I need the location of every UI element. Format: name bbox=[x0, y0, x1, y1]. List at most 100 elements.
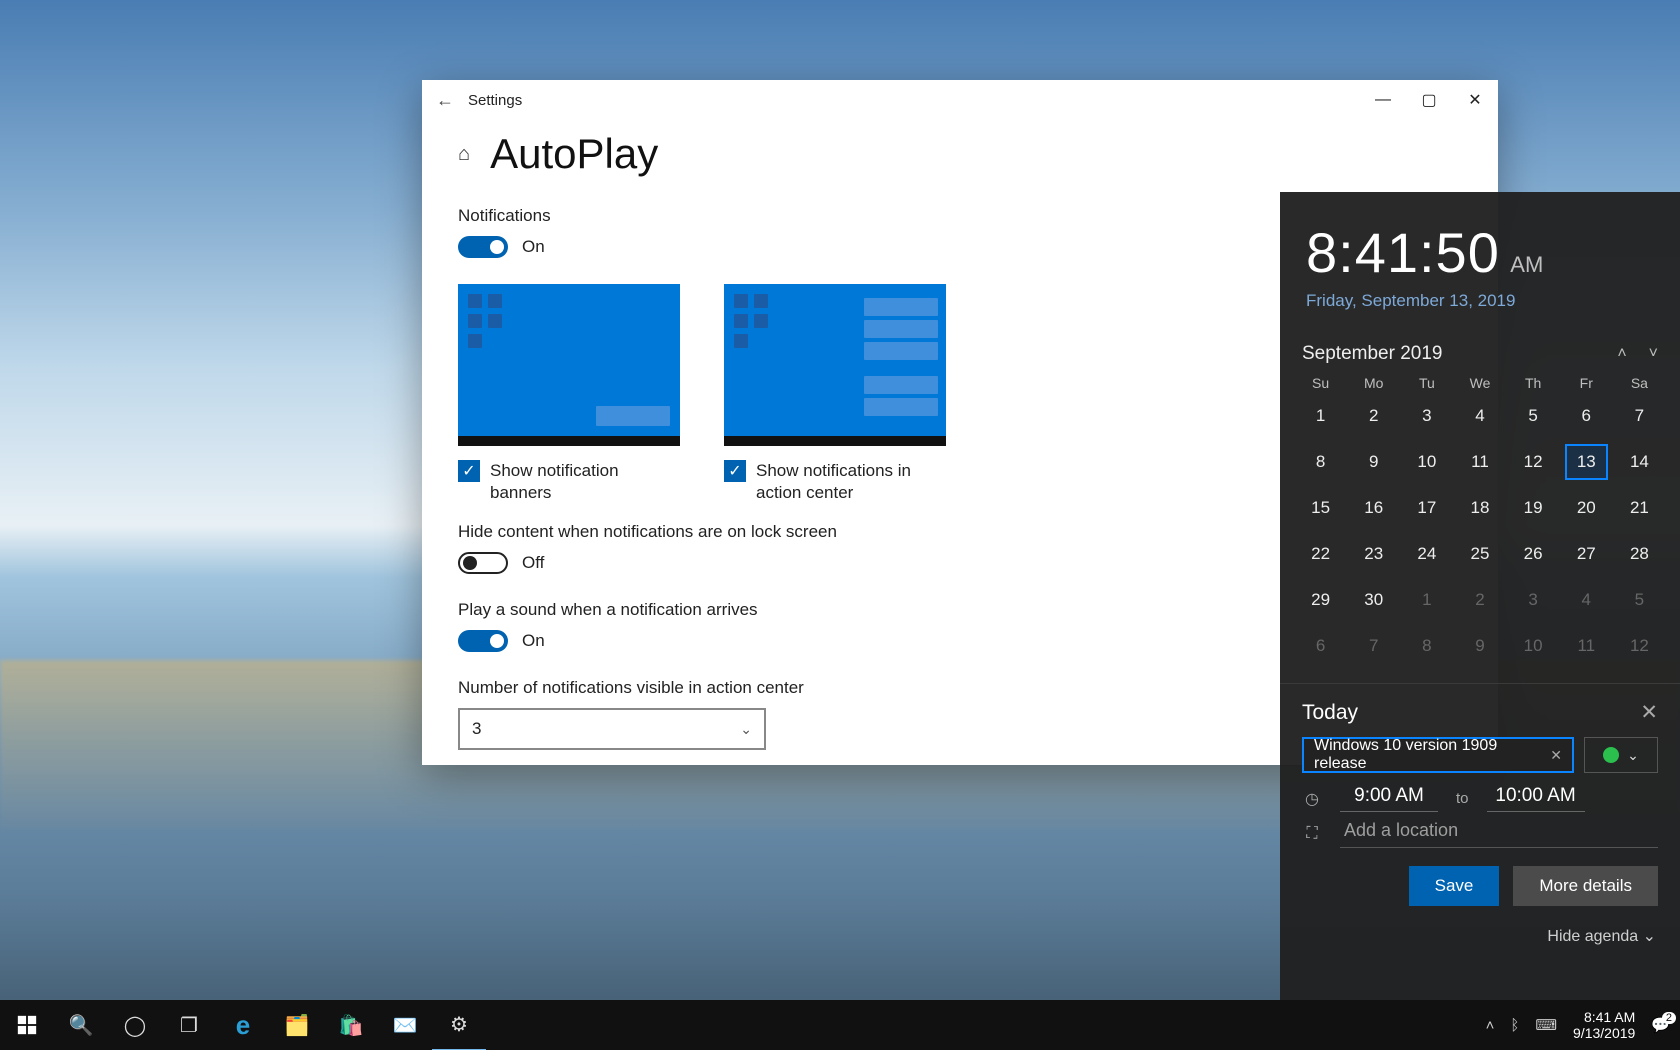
calendar-day[interactable]: 18 bbox=[1453, 485, 1506, 531]
calendar-day[interactable]: 12 bbox=[1507, 439, 1560, 485]
chevron-down-icon: ⌄ bbox=[1627, 747, 1639, 764]
taskbar-clock[interactable]: 8:41 AM 9/13/2019 bbox=[1573, 1009, 1635, 1041]
banner-checkbox-label: Show notification banners bbox=[490, 460, 680, 504]
event-title-input[interactable]: Windows 10 version 1909 release ✕ bbox=[1302, 737, 1574, 773]
calendar-day[interactable]: 3 bbox=[1400, 393, 1453, 439]
month-year-label[interactable]: September 2019 bbox=[1302, 343, 1443, 365]
month-down-button[interactable]: ˅ bbox=[1649, 345, 1658, 363]
actioncenter-checkbox[interactable]: ✓ bbox=[724, 460, 746, 482]
calendar-day[interactable]: 15 bbox=[1294, 485, 1347, 531]
chevron-down-icon: ⌄ bbox=[1643, 928, 1656, 945]
calendar-day[interactable]: 16 bbox=[1347, 485, 1400, 531]
dow-cell: Su bbox=[1294, 375, 1347, 391]
bluetooth-icon[interactable]: ᛒ bbox=[1510, 1017, 1519, 1034]
calendar-grid: 1234567891011121314151617181920212223242… bbox=[1280, 393, 1680, 683]
titlebar: ← Settings — ▢ ✕ bbox=[422, 80, 1498, 120]
banner-checkbox[interactable]: ✓ bbox=[458, 460, 480, 482]
taskbar: 🔍 ◯ ❐ e 🗂️ 🛍️ ✉️ ⚙ ˄ ᛒ ⌨ 8:41 AM 9/13/20… bbox=[0, 1000, 1680, 1050]
hide-content-toggle[interactable] bbox=[458, 552, 508, 574]
calendar-day[interactable]: 30 bbox=[1347, 577, 1400, 623]
close-button[interactable]: ✕ bbox=[1452, 80, 1498, 120]
page-title: AutoPlay bbox=[490, 130, 658, 178]
calendar-day[interactable]: 1 bbox=[1294, 393, 1347, 439]
save-button[interactable]: Save bbox=[1409, 866, 1500, 906]
calendar-day[interactable]: 28 bbox=[1613, 531, 1666, 577]
cortana-button[interactable]: ◯ bbox=[108, 1000, 162, 1050]
calendar-day[interactable]: 24 bbox=[1400, 531, 1453, 577]
today-header: Today bbox=[1302, 701, 1358, 725]
hide-content-state: Off bbox=[522, 553, 544, 573]
clock-time-value: 8:41:50 bbox=[1306, 221, 1500, 284]
calendar-day[interactable]: 3 bbox=[1507, 577, 1560, 623]
calendar-day-today[interactable]: 13 bbox=[1560, 439, 1613, 485]
dow-cell: Sa bbox=[1613, 375, 1666, 391]
taskbar-time: 8:41 AM bbox=[1573, 1009, 1635, 1025]
location-input[interactable]: Add a location bbox=[1340, 820, 1658, 848]
back-button[interactable]: ← bbox=[422, 80, 468, 120]
month-up-button[interactable]: ˄ bbox=[1617, 345, 1626, 363]
calendar-day[interactable]: 26 bbox=[1507, 531, 1560, 577]
calendar-day[interactable]: 10 bbox=[1507, 623, 1560, 669]
sound-toggle[interactable] bbox=[458, 630, 508, 652]
mail-app[interactable]: ✉️ bbox=[378, 1000, 432, 1050]
calendar-day[interactable]: 5 bbox=[1613, 577, 1666, 623]
calendar-day[interactable]: 7 bbox=[1613, 393, 1666, 439]
calendar-day[interactable]: 8 bbox=[1294, 439, 1347, 485]
store-app[interactable]: 🛍️ bbox=[324, 1000, 378, 1050]
calendar-day[interactable]: 6 bbox=[1560, 393, 1613, 439]
calendar-day[interactable]: 14 bbox=[1613, 439, 1666, 485]
calendar-day[interactable]: 29 bbox=[1294, 577, 1347, 623]
calendar-day[interactable]: 8 bbox=[1400, 623, 1453, 669]
calendar-day[interactable]: 19 bbox=[1507, 485, 1560, 531]
calendar-day[interactable]: 4 bbox=[1560, 577, 1613, 623]
calendar-day[interactable]: 9 bbox=[1453, 623, 1506, 669]
calendar-day[interactable]: 25 bbox=[1453, 531, 1506, 577]
calendar-day[interactable]: 1 bbox=[1400, 577, 1453, 623]
calendar-picker[interactable]: ⌄ bbox=[1584, 737, 1658, 773]
clear-input-icon[interactable]: ✕ bbox=[1550, 747, 1562, 764]
calendar-day[interactable]: 27 bbox=[1560, 531, 1613, 577]
home-icon[interactable]: ⌂ bbox=[458, 143, 470, 166]
calendar-day[interactable]: 12 bbox=[1613, 623, 1666, 669]
notifications-toggle[interactable] bbox=[458, 236, 508, 258]
calendar-day[interactable]: 2 bbox=[1347, 393, 1400, 439]
calendar-day[interactable]: 4 bbox=[1453, 393, 1506, 439]
settings-app[interactable]: ⚙ bbox=[432, 999, 486, 1050]
count-combobox[interactable]: 3 ⌄ bbox=[458, 708, 766, 750]
dow-cell: We bbox=[1453, 375, 1506, 391]
calendar-day[interactable]: 9 bbox=[1347, 439, 1400, 485]
sound-state: On bbox=[522, 631, 545, 651]
action-center-button[interactable]: 💬 bbox=[1651, 1016, 1670, 1034]
calendar-day[interactable]: 17 bbox=[1400, 485, 1453, 531]
calendar-day[interactable]: 11 bbox=[1560, 623, 1613, 669]
taskview-button[interactable]: ❐ bbox=[162, 1000, 216, 1050]
clock-long-date[interactable]: Friday, September 13, 2019 bbox=[1306, 291, 1654, 311]
hide-agenda-button[interactable]: Hide agenda ⌄ bbox=[1280, 916, 1680, 962]
calendar-day[interactable]: 22 bbox=[1294, 531, 1347, 577]
end-time-input[interactable]: 10:00 AM bbox=[1487, 785, 1585, 812]
start-button[interactable] bbox=[0, 1000, 54, 1050]
more-details-button[interactable]: More details bbox=[1513, 866, 1658, 906]
start-time-input[interactable]: 9:00 AM bbox=[1340, 785, 1438, 812]
calendar-day[interactable]: 7 bbox=[1347, 623, 1400, 669]
today-dismiss-icon[interactable]: ✕ bbox=[1640, 700, 1658, 725]
count-value: 3 bbox=[472, 719, 481, 739]
time-to-label: to bbox=[1456, 790, 1469, 807]
keyboard-icon[interactable]: ⌨ bbox=[1535, 1016, 1557, 1034]
file-explorer-app[interactable]: 🗂️ bbox=[270, 1000, 324, 1050]
calendar-day[interactable]: 5 bbox=[1507, 393, 1560, 439]
maximize-button[interactable]: ▢ bbox=[1406, 80, 1452, 120]
calendar-flyout: 8:41:50 AM Friday, September 13, 2019 Se… bbox=[1280, 192, 1680, 1000]
minimize-button[interactable]: — bbox=[1360, 80, 1406, 120]
search-button[interactable]: 🔍 bbox=[54, 1000, 108, 1050]
calendar-day[interactable]: 10 bbox=[1400, 439, 1453, 485]
tray-overflow-icon[interactable]: ˄ bbox=[1486, 1017, 1495, 1034]
calendar-day[interactable]: 11 bbox=[1453, 439, 1506, 485]
edge-app[interactable]: e bbox=[216, 1000, 270, 1050]
calendar-day[interactable]: 2 bbox=[1453, 577, 1506, 623]
calendar-day[interactable]: 6 bbox=[1294, 623, 1347, 669]
clock-time: 8:41:50 AM bbox=[1306, 220, 1654, 285]
calendar-day[interactable]: 21 bbox=[1613, 485, 1666, 531]
calendar-day[interactable]: 20 bbox=[1560, 485, 1613, 531]
calendar-day[interactable]: 23 bbox=[1347, 531, 1400, 577]
